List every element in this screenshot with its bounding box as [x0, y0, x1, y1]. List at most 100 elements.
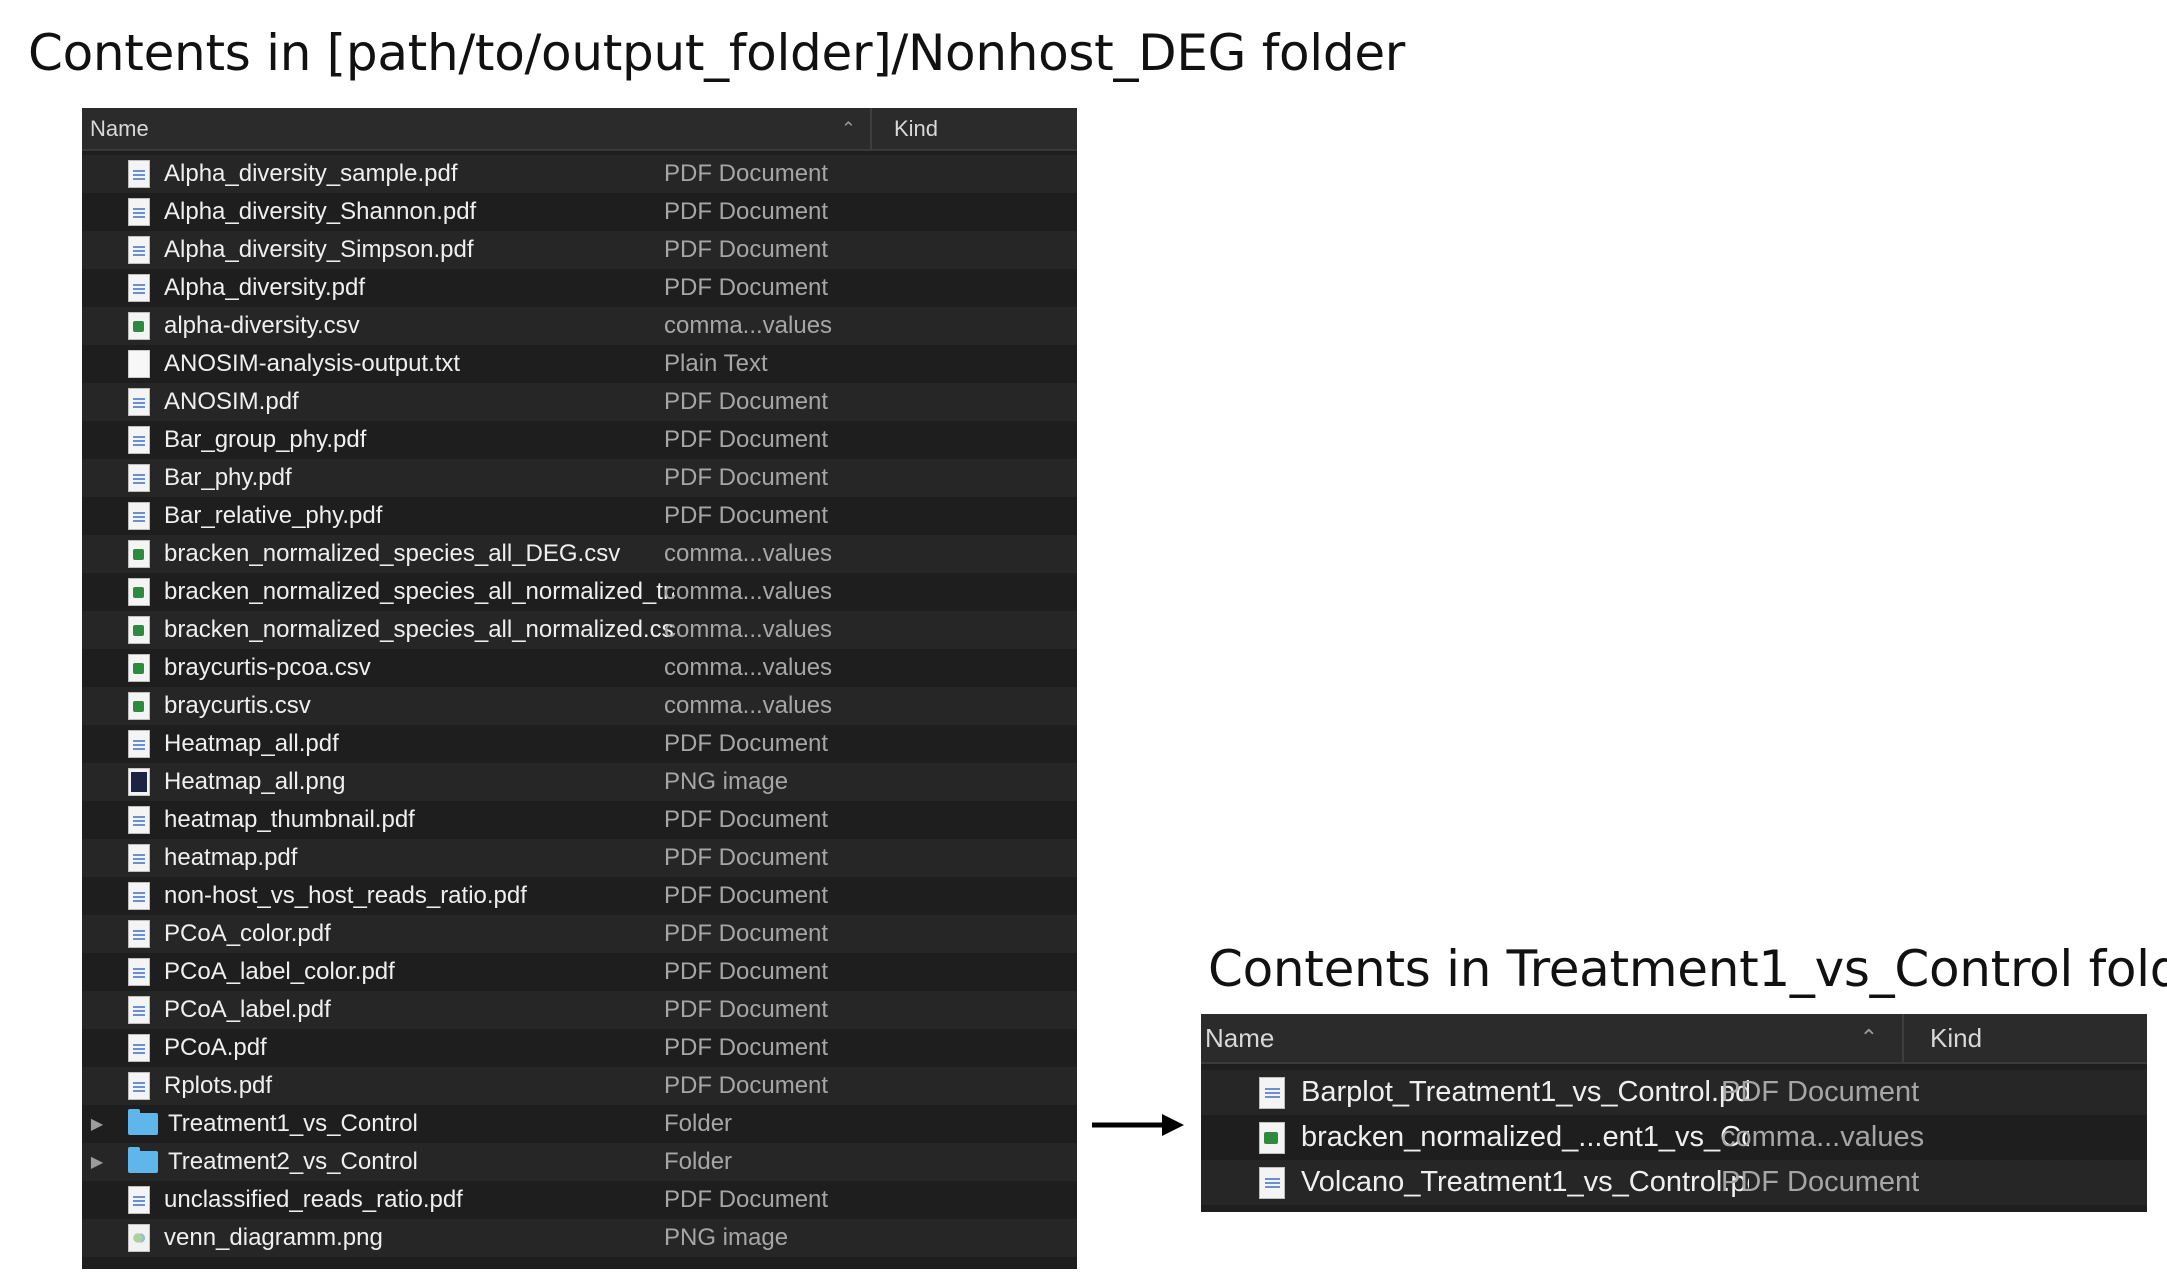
file-row[interactable]: heatmap_thumbnail.pdf PDF Document	[82, 801, 1077, 839]
file-row[interactable]: alpha-diversity.csv comma...values	[82, 307, 1077, 345]
file-name: PCoA_label.pdf	[164, 996, 331, 1023]
file-kind: PDF Document	[664, 502, 829, 529]
file-row[interactable]: Barplot_Treatment1_vs_Control.pdf PDF Doc…	[1201, 1070, 2147, 1115]
file-kind: PDF Document	[1721, 1166, 1920, 1198]
file-kind: comma...values	[664, 578, 833, 605]
file-row[interactable]: PCoA.pdf PDF Document	[82, 1029, 1077, 1067]
file-kind: comma...values	[1721, 1121, 1925, 1153]
file-name: heatmap.pdf	[164, 844, 298, 871]
file-kind: comma...values	[664, 692, 833, 719]
file-row[interactable]: Heatmap_all.pdf PDF Document	[82, 725, 1077, 763]
file-row[interactable]: Bar_phy.pdf PDF Document	[82, 459, 1077, 497]
treatment1-finder-window: Name ⌃ Kind Barplot_Treatment1_vs_Contro…	[1201, 1014, 2147, 1212]
file-name: Heatmap_all.pdf	[164, 730, 339, 757]
disclosure-triangle-icon[interactable]: ▶	[82, 1114, 112, 1134]
kind-column-header[interactable]: Kind	[872, 108, 938, 149]
file-row[interactable]: unclassified_reads_ratio.pdf PDF Document	[82, 1181, 1077, 1219]
file-kind: PNG image	[664, 1224, 789, 1251]
folder-row[interactable]: ▶ Treatment1_vs_Control Folder	[82, 1105, 1077, 1143]
file-kind: PDF Document	[664, 464, 829, 491]
file-row[interactable]: braycurtis-pcoa.csv comma...values	[82, 649, 1077, 687]
file-name: Treatment1_vs_Control	[168, 1110, 418, 1137]
file-row[interactable]: braycurtis.csv comma...values	[82, 687, 1077, 725]
file-row[interactable]: Alpha_diversity_sample.pdf PDF Document	[82, 155, 1077, 193]
name-column-header[interactable]: Name ⌃	[1201, 1014, 1904, 1062]
csv-icon	[128, 578, 150, 606]
file-kind: PDF Document	[664, 198, 829, 225]
file-row[interactable]: Bar_relative_phy.pdf PDF Document	[82, 497, 1077, 535]
pdf-icon	[128, 388, 150, 416]
file-kind: PDF Document	[664, 806, 829, 833]
sort-ascending-icon[interactable]: ⌃	[841, 118, 856, 139]
arrow-icon	[1092, 1114, 1184, 1136]
file-row[interactable]: bracken_normalized_...ent1_vs_Control.cs…	[1201, 1115, 2147, 1160]
name-column-label: Name	[90, 115, 149, 141]
file-kind: PDF Document	[1721, 1076, 1920, 1108]
file-list: Alpha_diversity_sample.pdf PDF Document Al…	[82, 151, 1077, 1257]
file-row[interactable]: venn_diagramm.png PNG image	[82, 1219, 1077, 1257]
file-row[interactable]: ANOSIM-analysis-output.txt Plain Text	[82, 345, 1077, 383]
file-name: venn_diagramm.png	[164, 1224, 383, 1251]
csv-icon	[128, 616, 150, 644]
file-name: bracken_normalized_species_all_DEG.csv	[164, 540, 621, 567]
file-row[interactable]: PCoA_label.pdf PDF Document	[82, 991, 1077, 1029]
png-light-icon	[128, 1224, 150, 1252]
folder-icon	[128, 1147, 158, 1173]
file-name: PCoA_color.pdf	[164, 920, 331, 947]
file-name: alpha-diversity.csv	[164, 312, 360, 339]
name-column-header[interactable]: Name ⌃	[82, 108, 872, 149]
file-name: Alpha_diversity.pdf	[164, 274, 365, 301]
file-row[interactable]: Volcano_Treatment1_vs_Control.pdf PDF Doc…	[1201, 1160, 2147, 1205]
file-row[interactable]: Heatmap_all.png PNG image	[82, 763, 1077, 801]
folder-row[interactable]: ▶ Treatment2_vs_Control Folder	[82, 1143, 1077, 1181]
file-kind: PDF Document	[664, 160, 829, 187]
file-row[interactable]: heatmap.pdf PDF Document	[82, 839, 1077, 877]
file-row[interactable]: bracken_normalized_species_all_normalize…	[82, 573, 1077, 611]
file-kind: PDF Document	[664, 426, 829, 453]
file-name: braycurtis.csv	[164, 692, 311, 719]
kind-column-label: Kind	[894, 115, 939, 141]
file-name: Barplot_Treatment1_vs_Control.pdf	[1301, 1076, 1749, 1108]
file-kind: comma...values	[664, 616, 833, 643]
file-row[interactable]: Alpha_diversity_Simpson.pdf PDF Document	[82, 231, 1077, 269]
right-caption: Contents in Treatment1_vs_Control folder	[1208, 940, 2167, 998]
file-list: Barplot_Treatment1_vs_Control.pdf PDF Doc…	[1201, 1064, 2147, 1205]
file-row[interactable]: PCoA_color.pdf PDF Document	[82, 915, 1077, 953]
file-name: Bar_relative_phy.pdf	[164, 502, 383, 529]
file-row[interactable]: Alpha_diversity_Shannon.pdf PDF Document	[82, 193, 1077, 231]
kind-column-header[interactable]: Kind	[1904, 1014, 1982, 1062]
file-row[interactable]: non-host_vs_host_reads_ratio.pdf PDF Docu…	[82, 877, 1077, 915]
file-name: Heatmap_all.png	[164, 768, 346, 795]
file-kind: comma...values	[664, 312, 833, 339]
file-kind: PDF Document	[664, 844, 829, 871]
file-name: Bar_phy.pdf	[164, 464, 292, 491]
file-row[interactable]: bracken_normalized_species_all_normalize…	[82, 611, 1077, 649]
pdf-icon	[128, 996, 150, 1024]
file-row[interactable]: ANOSIM.pdf PDF Document	[82, 383, 1077, 421]
pdf-icon	[128, 1186, 150, 1214]
file-kind: Folder	[664, 1110, 733, 1137]
disclosure-triangle-icon[interactable]: ▶	[82, 1152, 112, 1172]
csv-icon	[128, 540, 150, 568]
file-row[interactable]: Alpha_diversity.pdf PDF Document	[82, 269, 1077, 307]
file-row[interactable]: Bar_group_phy.pdf PDF Document	[82, 421, 1077, 459]
file-name: non-host_vs_host_reads_ratio.pdf	[164, 882, 527, 909]
file-kind: PDF Document	[664, 920, 829, 947]
file-name: Bar_group_phy.pdf	[164, 426, 367, 453]
column-header-bar: Name ⌃ Kind	[82, 108, 1077, 151]
pdf-icon	[128, 920, 150, 948]
file-row[interactable]: bracken_normalized_species_all_DEG.csv co…	[82, 535, 1077, 573]
sort-ascending-icon[interactable]: ⌃	[1860, 1025, 1878, 1051]
pdf-icon	[1259, 1166, 1285, 1199]
file-name: bracken_normalized_species_all_normalize…	[164, 616, 674, 643]
file-kind: PDF Document	[664, 996, 829, 1023]
file-name: bracken_normalized_species_all_normalize…	[164, 578, 674, 605]
file-name: PCoA.pdf	[164, 1034, 267, 1061]
file-kind: Plain Text	[664, 350, 768, 377]
nonhost-deg-finder-window: Name ⌃ Kind Alpha_diversity_sample.pdf PD…	[82, 108, 1077, 1269]
file-row[interactable]: PCoA_label_color.pdf PDF Document	[82, 953, 1077, 991]
file-row[interactable]: Rplots.pdf PDF Document	[82, 1067, 1077, 1105]
kind-column-label: Kind	[1930, 1022, 1983, 1053]
pdf-icon	[128, 198, 150, 226]
left-caption: Contents in [path/to/output_folder]/Nonh…	[28, 24, 1406, 82]
